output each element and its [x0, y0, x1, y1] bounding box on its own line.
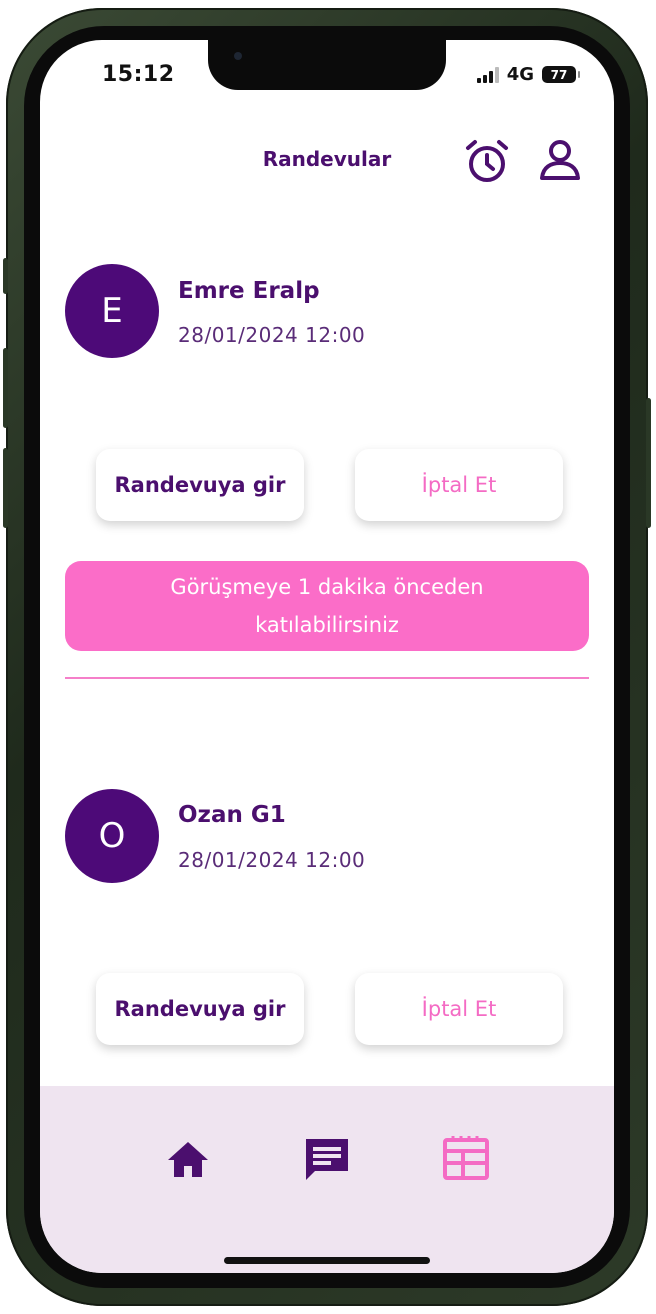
alarm-clock-icon[interactable] — [462, 136, 512, 186]
power-button — [646, 398, 651, 528]
network-type: 4G — [506, 64, 534, 85]
appointment-datetime: 28/01/2024 12:00 — [178, 848, 366, 872]
chat-icon[interactable] — [302, 1134, 352, 1184]
avatar: E — [65, 264, 159, 358]
user-icon[interactable] — [535, 136, 585, 186]
home-indicator[interactable] — [224, 1257, 430, 1264]
bottom-nav — [40, 1086, 614, 1273]
app-screen: 15:12 4G 77 Randevular E Emre Eralp 28/0… — [40, 40, 614, 1273]
appointment-datetime: 28/01/2024 12:00 — [178, 323, 366, 347]
divider — [65, 677, 589, 679]
mute-switch — [3, 258, 8, 294]
battery-icon: 77 — [542, 66, 580, 83]
volume-up-button — [3, 348, 8, 428]
appointment-name: Ozan G1 — [178, 802, 286, 828]
join-notice-banner: Görüşmeye 1 dakika önceden katılabilirsi… — [65, 561, 589, 651]
calendar-icon[interactable] — [441, 1134, 491, 1184]
battery-level: 77 — [550, 67, 568, 82]
page-title: Randevular — [262, 147, 392, 171]
appointment-name: Emre Eralp — [178, 278, 320, 304]
cancel-appointment-button[interactable]: İptal Et — [355, 449, 563, 521]
camera — [234, 52, 242, 60]
status-time: 15:12 — [102, 62, 175, 87]
signal-icon — [476, 66, 499, 83]
home-icon[interactable] — [163, 1134, 213, 1184]
status-indicators: 4G 77 — [476, 64, 580, 85]
enter-appointment-button[interactable]: Randevuya gir — [96, 449, 304, 521]
volume-down-button — [3, 448, 8, 528]
cancel-appointment-button[interactable]: İptal Et — [355, 973, 563, 1045]
avatar: O — [65, 789, 159, 883]
enter-appointment-button[interactable]: Randevuya gir — [96, 973, 304, 1045]
notch — [208, 40, 446, 90]
